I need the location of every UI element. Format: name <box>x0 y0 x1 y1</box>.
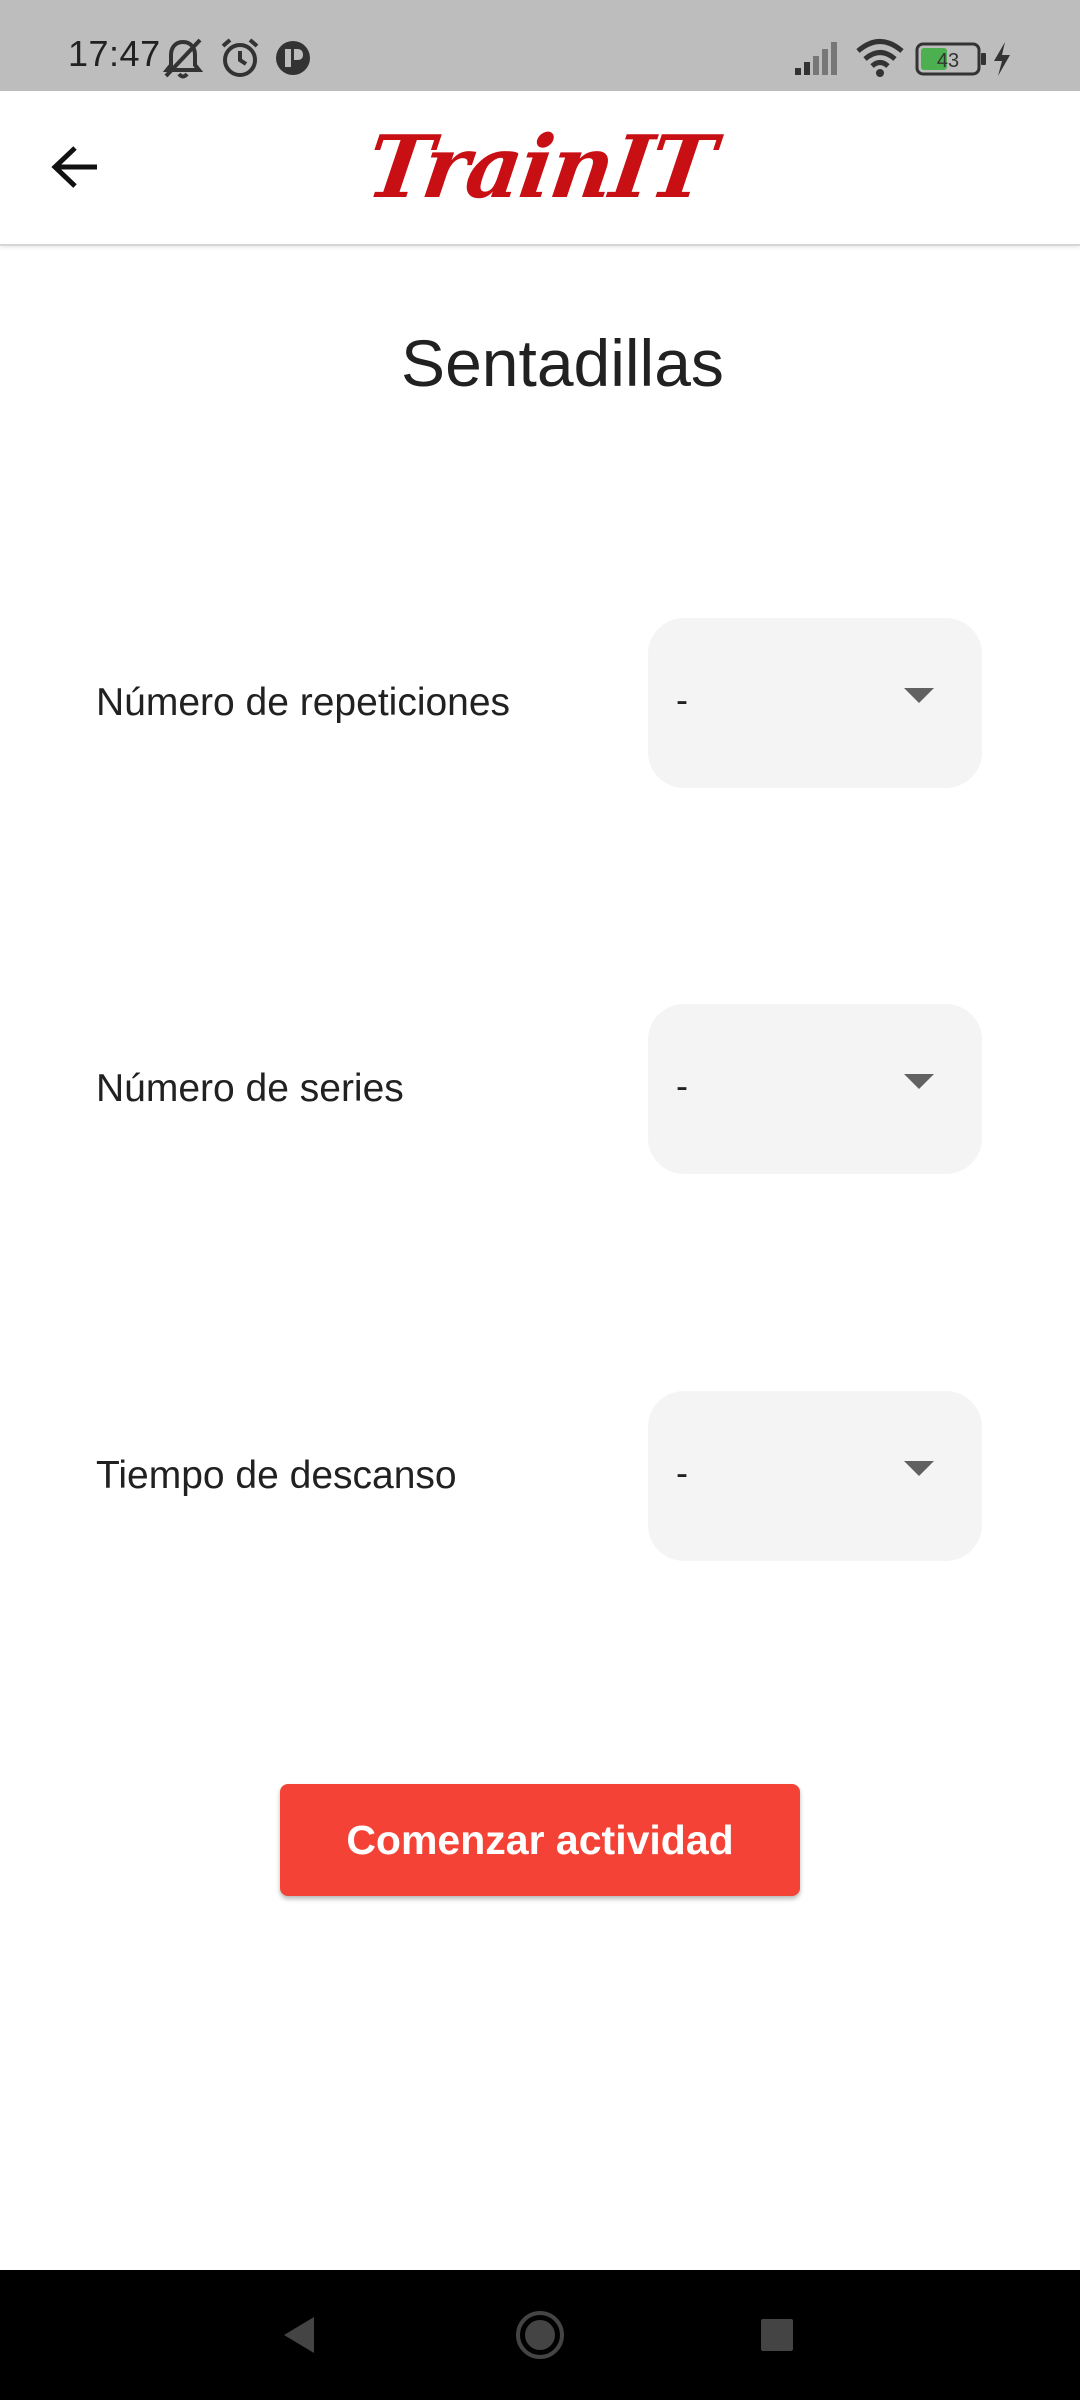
rest-time-value: - <box>676 1452 688 1493</box>
nav-recents-button[interactable] <box>707 2270 847 2400</box>
field-row-repetitions: Número de repeticiones - <box>0 618 1080 788</box>
nav-back-icon <box>284 2317 314 2353</box>
rest-time-dropdown[interactable]: - <box>648 1391 982 1561</box>
start-activity-button[interactable]: Comenzar actividad <box>280 1784 800 1896</box>
dropdown-arrow-icon <box>904 1461 934 1476</box>
nav-home-icon <box>516 2311 564 2359</box>
app-notification-icon <box>276 41 310 75</box>
battery-icon: 43 <box>915 42 986 76</box>
series-label: Número de series <box>96 1067 404 1110</box>
nav-home-button[interactable] <box>470 2270 610 2400</box>
charging-icon <box>994 42 1010 76</box>
rest-time-label: Tiempo de descanso <box>96 1454 457 1497</box>
repetitions-dropdown[interactable]: - <box>648 618 982 788</box>
nav-recents-icon <box>761 2319 793 2351</box>
battery-level: 43 <box>937 50 959 72</box>
app-bar: TrainIT <box>0 91 1080 246</box>
page-title: Sentadillas <box>401 326 724 400</box>
field-row-rest-time: Tiempo de descanso - <box>0 1391 1080 1561</box>
wifi-icon <box>856 39 904 77</box>
signal-icon <box>795 42 837 75</box>
system-navigation-bar <box>0 2270 1080 2400</box>
nav-back-button[interactable] <box>230 2270 370 2400</box>
series-dropdown[interactable]: - <box>648 1004 982 1174</box>
app-logo: TrainIT <box>360 117 720 218</box>
status-time: 17:47 <box>68 33 161 74</box>
repetitions-label: Número de repeticiones <box>96 681 511 724</box>
back-button[interactable] <box>36 127 116 207</box>
arrow-back-icon <box>51 146 97 188</box>
repetitions-value: - <box>676 679 688 720</box>
mute-bell-icon <box>162 38 204 79</box>
status-bar: 17:47 43 <box>0 0 1080 91</box>
dropdown-arrow-icon <box>904 688 934 703</box>
field-row-series: Número de series - <box>0 1004 1080 1174</box>
alarm-icon <box>221 38 259 77</box>
dropdown-arrow-icon <box>904 1074 934 1089</box>
series-value: - <box>676 1065 688 1106</box>
